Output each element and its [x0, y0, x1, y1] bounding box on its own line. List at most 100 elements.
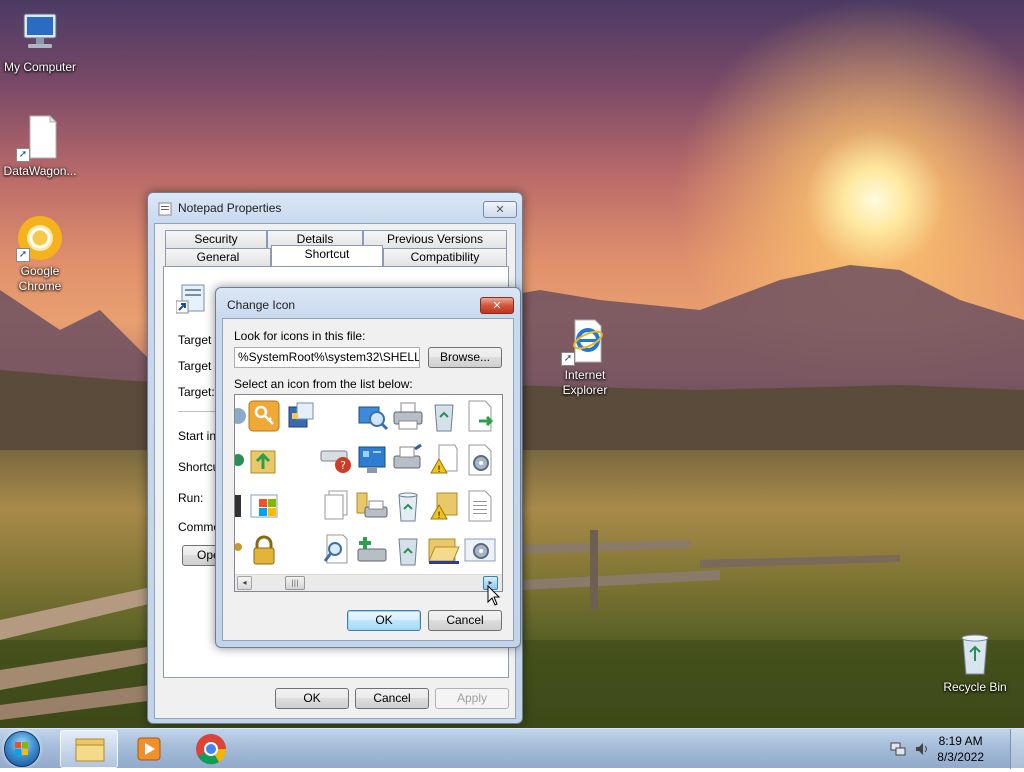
desktop-icon-label: Chrome — [18, 279, 62, 293]
taskbar-google-chrome[interactable] — [182, 730, 240, 768]
separator — [178, 411, 218, 412]
desktop-icon-internet-explorer[interactable]: ➚ Internet Explorer — [545, 318, 625, 398]
document-arrow-icon[interactable] — [463, 399, 497, 433]
tab-label: Previous Versions — [386, 232, 484, 246]
taskbar-media-player[interactable] — [120, 730, 178, 768]
drive-error-icon[interactable]: ? — [319, 443, 353, 477]
tab-label: Security — [194, 232, 238, 246]
cancel-button[interactable]: Cancel — [355, 688, 429, 709]
settings-gear-icon[interactable] — [463, 443, 497, 477]
windows-explorer-icon[interactable] — [247, 489, 281, 523]
chrome-canary-icon: ➚ — [16, 214, 64, 262]
desktop-icon-datawagon[interactable]: ➚ DataWagon... — [0, 114, 80, 179]
close-icon: ✕ — [495, 203, 505, 216]
windows-logo-icon — [15, 742, 28, 755]
taskbar-windows-explorer[interactable] — [60, 730, 118, 768]
desktop-icon-label: DataWagon... — [3, 164, 77, 178]
system-clock[interactable]: 8:19 AM 8/3/2022 — [937, 733, 984, 765]
desktop-icon-label: My Computer — [3, 60, 77, 74]
text-document-icon[interactable] — [463, 489, 497, 523]
computer-icon — [16, 10, 64, 58]
close-button[interactable]: ✕ — [480, 297, 514, 314]
clock-time: 8:19 AM — [938, 734, 983, 748]
gear-document-icon[interactable] — [463, 533, 497, 567]
tab-label: Compatibility — [410, 250, 480, 264]
folder-printer-icon[interactable] — [355, 489, 389, 523]
chevron-left-icon: ◂ — [242, 578, 247, 587]
folder-up-icon[interactable] — [247, 443, 281, 477]
warning-document-icon[interactable]: ! — [427, 443, 461, 477]
recycle-bin-icon — [951, 630, 999, 678]
folder-icon — [75, 738, 105, 762]
close-button[interactable]: ✕ — [483, 201, 517, 218]
start-button[interactable] — [4, 731, 40, 767]
desktop-icon-label: Google — [20, 264, 60, 278]
key-icon[interactable] — [247, 399, 281, 433]
ok-button[interactable]: OK — [275, 688, 349, 709]
scrollbar-thumb[interactable]: ||| — [285, 576, 305, 590]
button-label: OK — [375, 613, 393, 627]
magnifier-document-icon[interactable] — [319, 533, 353, 567]
grip-icon: ||| — [291, 579, 299, 587]
warning-folder-icon[interactable]: ! — [427, 489, 461, 523]
desktop-icon-label: Recycle Bin — [943, 680, 1007, 694]
internet-explorer-icon: ➚ — [561, 318, 609, 366]
open-folder-icon[interactable] — [427, 533, 461, 567]
shortcut-arrow-icon: ➚ — [561, 352, 575, 366]
multiple-documents-icon[interactable] — [319, 489, 353, 523]
desktop-icon-recycle-bin[interactable]: Recycle Bin — [935, 630, 1015, 695]
tab-label: General — [196, 250, 240, 264]
notepad-shortcut-icon — [175, 283, 208, 315]
system-icon[interactable] — [283, 399, 317, 433]
look-for-icons-label: Look for icons in this file: — [234, 329, 366, 343]
run-label: Run: — [178, 491, 204, 505]
icon-list[interactable]: ? ! ! ◂ ||| ▸ — [234, 394, 503, 592]
desktop-icon-label: Explorer — [562, 383, 608, 397]
desktop-icon-google-chrome[interactable]: ➚ Google Chrome — [0, 214, 80, 294]
network-computer-icon[interactable] — [355, 443, 389, 477]
printer-icon[interactable] — [391, 399, 425, 433]
dialog-title: Change Icon — [227, 298, 296, 312]
show-desktop-button[interactable] — [1010, 729, 1024, 769]
tab-general[interactable]: General — [165, 248, 271, 266]
recycle-bin-full-icon[interactable] — [427, 399, 461, 433]
icon-file-path-input[interactable]: %SystemRoot%\system32\SHELL32 — [234, 347, 420, 368]
media-player-icon — [137, 737, 161, 761]
tab-previous-versions[interactable]: Previous Versions — [363, 230, 507, 248]
shortcut-arrow-icon: ➚ — [16, 248, 30, 262]
scroll-left-button[interactable]: ◂ — [237, 576, 252, 590]
tab-compatibility[interactable]: Compatibility — [383, 248, 507, 266]
svg-text:!: ! — [437, 465, 441, 475]
network-printer-icon[interactable] — [391, 443, 425, 477]
shortcut-properties-icon — [158, 202, 172, 216]
svg-text:?: ? — [340, 459, 346, 472]
lock-icon[interactable] — [247, 533, 281, 567]
window-title: Notepad Properties — [178, 201, 282, 215]
apply-button[interactable]: Apply — [435, 688, 509, 709]
start-in-label: Start in: — [178, 429, 220, 443]
cancel-button[interactable]: Cancel — [428, 610, 502, 631]
mouse-cursor-icon — [487, 585, 501, 606]
tab-label: Details — [296, 232, 334, 246]
recycle-bin-empty-icon[interactable] — [391, 489, 425, 523]
target-label: Target: — [178, 385, 215, 399]
select-icon-label: Select an icon from the list below: — [234, 377, 413, 391]
tab-security[interactable]: Security — [165, 230, 267, 248]
ok-button[interactable]: OK — [347, 610, 421, 631]
horizontal-scrollbar[interactable]: ◂ ||| ▸ — [235, 574, 502, 591]
network-icon[interactable] — [890, 741, 906, 760]
search-computer-icon[interactable] — [355, 399, 389, 433]
svg-text:!: ! — [437, 511, 441, 521]
button-label: Browse... — [439, 350, 490, 364]
volume-icon[interactable] — [914, 741, 930, 760]
desktop-icon-my-computer[interactable]: My Computer — [0, 10, 80, 75]
close-icon: ✕ — [492, 299, 502, 312]
shortcut-arrow-icon: ➚ — [16, 148, 30, 162]
taskbar: 8:19 AM 8/3/2022 — [0, 728, 1024, 769]
tab-shortcut[interactable]: Shortcut — [271, 245, 383, 266]
blank-document-icon: ➚ — [16, 114, 64, 162]
button-label: Apply — [456, 691, 488, 705]
browse-button[interactable]: Browse... — [428, 347, 502, 368]
add-printer-icon[interactable] — [355, 533, 389, 567]
recycle-bin-alt-icon[interactable] — [391, 533, 425, 567]
